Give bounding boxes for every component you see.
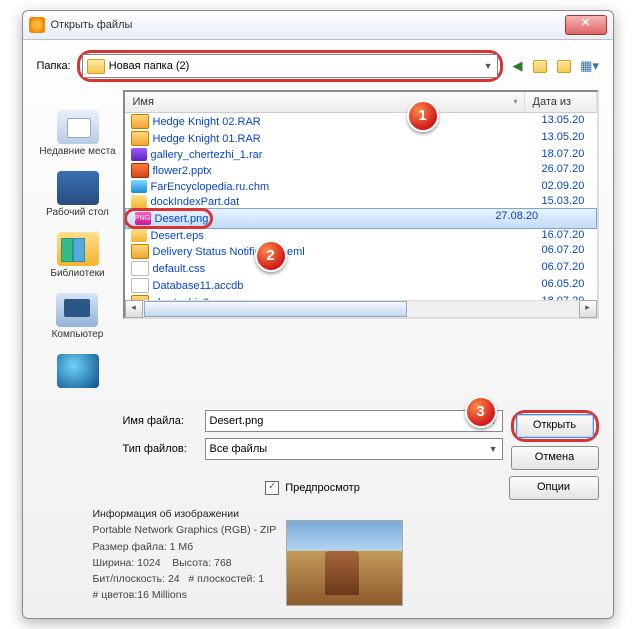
new-folder-icon[interactable] bbox=[557, 57, 575, 75]
file-date: 15.03.20 bbox=[542, 195, 597, 208]
preview-thumbnail bbox=[286, 520, 403, 606]
chevron-down-icon: ▼ bbox=[489, 444, 498, 454]
callout-badge-2: 2 bbox=[255, 240, 287, 272]
image-info: Информация об изображении Portable Netwo… bbox=[93, 506, 277, 606]
close-button[interactable]: ✕ bbox=[565, 15, 607, 35]
file-name: Hedge Knight 02.RAR bbox=[153, 116, 261, 128]
file-date: 13.05.20 bbox=[542, 131, 597, 146]
file-icon: PNG bbox=[135, 212, 151, 225]
place-computer[interactable]: Компьютер bbox=[52, 293, 104, 340]
back-icon[interactable]: ◀ bbox=[509, 57, 527, 75]
window-title: Открыть файлы bbox=[51, 19, 565, 31]
file-date: 06.05.20 bbox=[542, 278, 597, 293]
filetype-label: Тип файлов: bbox=[123, 443, 199, 455]
file-row[interactable]: Desert.eps 16.07.20 bbox=[125, 228, 597, 243]
app-icon bbox=[29, 17, 45, 33]
h-scrollbar[interactable]: ◂ ▸ bbox=[125, 300, 597, 317]
file-date: 02.09.20 bbox=[542, 180, 597, 193]
file-icon bbox=[131, 278, 149, 293]
open-button[interactable]: Открыть bbox=[516, 414, 594, 438]
file-icon bbox=[131, 229, 147, 242]
file-date: 06.07.20 bbox=[542, 244, 597, 259]
file-icon bbox=[131, 131, 149, 146]
view-menu-icon[interactable]: ▦▾ bbox=[581, 57, 599, 75]
cancel-button[interactable]: Отмена bbox=[511, 446, 599, 470]
folder-value: Новая папка (2) bbox=[109, 60, 190, 72]
file-row[interactable]: Hedge Knight 01.RAR 13.05.20 bbox=[125, 130, 597, 147]
open-file-dialog: Открыть файлы ✕ Папка: Новая папка (2) ▼… bbox=[22, 10, 614, 619]
file-row[interactable]: flower2.pptx 26.07.20 bbox=[125, 162, 597, 179]
folder-label: Папка: bbox=[37, 60, 71, 72]
file-name: Desert.png bbox=[155, 213, 209, 225]
file-icon bbox=[131, 261, 149, 276]
file-icon bbox=[131, 148, 147, 161]
preview-checkbox[interactable]: ✓ bbox=[265, 481, 279, 495]
sort-indicator: ▾ bbox=[513, 97, 517, 106]
file-name: Hedge Knight 01.RAR bbox=[153, 133, 261, 145]
places-sidebar: Недавние места Рабочий стол Библиотеки К… bbox=[37, 90, 119, 402]
file-name: FarEncyclopedia.ru.chm bbox=[151, 181, 270, 193]
folder-icon bbox=[87, 59, 105, 74]
file-date: 06.07.20 bbox=[542, 261, 597, 276]
file-list[interactable]: Hedge Knight 02.RAR13.05.20Hedge Knight … bbox=[125, 113, 597, 300]
filename-input[interactable]: Desert.png▼ bbox=[205, 410, 503, 432]
file-date: 26.07.20 bbox=[542, 163, 597, 178]
file-row[interactable]: dockIndexPart.dat 15.03.20 bbox=[125, 194, 597, 209]
titlebar[interactable]: Открыть файлы ✕ bbox=[23, 11, 613, 40]
file-row[interactable]: gallery_chertezhi_1.rar 18.07.20 bbox=[125, 147, 597, 162]
place-recent[interactable]: Недавние места bbox=[39, 110, 115, 157]
file-date: 18.07.20 bbox=[542, 148, 597, 161]
file-name: gallery_chertezhi_1.rar bbox=[151, 149, 263, 161]
scroll-right-button[interactable]: ▸ bbox=[579, 300, 597, 318]
filename-label: Имя файла: bbox=[123, 415, 199, 427]
file-date: 13.05.20 bbox=[542, 114, 597, 129]
nav-toolbar: ◀ ▦▾ bbox=[509, 57, 599, 75]
file-row[interactable]: FarEncyclopedia.ru.chm 02.09.20 bbox=[125, 179, 597, 194]
place-network[interactable] bbox=[57, 354, 99, 390]
file-icon bbox=[131, 180, 147, 193]
scroll-left-button[interactable]: ◂ bbox=[125, 300, 143, 318]
file-row[interactable]: Database11.accdb 06.05.20 bbox=[125, 277, 597, 294]
file-date: 16.07.20 bbox=[542, 229, 597, 242]
file-list-pane: Имя▾ Дата из Hedge Knight 02.RAR 13.05.20… bbox=[123, 90, 599, 319]
file-row[interactable]: default.css 06.07.20 bbox=[125, 260, 597, 277]
file-name: Desert.eps bbox=[151, 230, 204, 242]
scroll-thumb[interactable] bbox=[144, 301, 408, 317]
file-name: dockIndexPart.dat bbox=[151, 196, 240, 208]
file-row[interactable]: Hedge Knight 02.RAR 13.05.20 bbox=[125, 113, 597, 130]
callout-badge-3: 3 bbox=[465, 396, 497, 428]
filetype-dropdown[interactable]: Все файлы▼ bbox=[205, 438, 503, 460]
chevron-down-icon: ▼ bbox=[484, 61, 493, 71]
file-icon bbox=[131, 114, 149, 129]
file-row[interactable]: Delivery Status Notification.eml06.07.20 bbox=[125, 243, 597, 260]
file-date: 27.08.20 bbox=[495, 210, 550, 227]
file-icon bbox=[131, 163, 149, 178]
file-name: flower2.pptx bbox=[153, 165, 212, 177]
options-button[interactable]: Опции bbox=[509, 476, 599, 500]
file-name: default.css bbox=[153, 263, 206, 275]
place-desktop[interactable]: Рабочий стол bbox=[46, 171, 109, 218]
folder-dropdown[interactable]: Новая папка (2) ▼ bbox=[82, 54, 498, 78]
up-icon[interactable] bbox=[533, 57, 551, 75]
file-row[interactable]: PNG Desert.png 27.08.20 bbox=[125, 208, 597, 229]
file-name: Database11.accdb bbox=[153, 280, 244, 292]
preview-label: Предпросмотр bbox=[285, 482, 360, 494]
place-libraries[interactable]: Библиотеки bbox=[50, 232, 104, 279]
file-list-header[interactable]: Имя▾ Дата из bbox=[125, 92, 597, 113]
file-icon bbox=[131, 195, 147, 208]
callout-badge-1: 1 bbox=[407, 100, 439, 132]
file-icon bbox=[131, 244, 149, 259]
